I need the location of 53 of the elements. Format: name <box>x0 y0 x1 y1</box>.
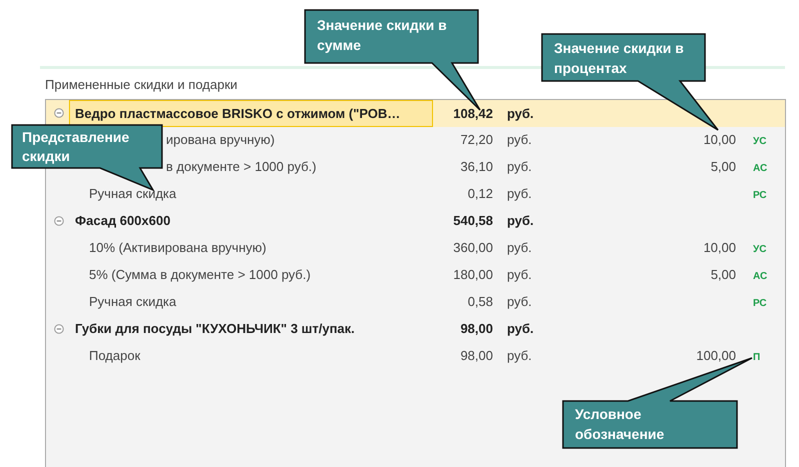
amount-cell-text: 540,58 <box>452 212 493 230</box>
amount-cell-text: 108,42 <box>452 104 493 122</box>
currency-cell-text: руб. <box>506 347 533 366</box>
collapse-icon[interactable] <box>54 324 64 334</box>
discount-code: УС <box>753 136 766 148</box>
currency-cell-text: руб. <box>506 158 533 176</box>
product-name: Губки для посуды "КУХОНЬЧИК" 3 шт/упак. <box>74 320 356 338</box>
currency-cell-text: руб. <box>506 185 533 204</box>
amount-cell-text: 98,00 <box>459 347 493 366</box>
discount-code: АС <box>753 163 768 174</box>
amount-cell-text: 0,58 <box>466 293 493 312</box>
tree-row[interactable]: Фасад 600x600 540,58 руб. <box>46 208 785 234</box>
amount-cell-text: 98,00 <box>459 320 493 338</box>
discount-code: АС <box>753 271 768 282</box>
discount-name: 5% (Сумма в документе > 1000 руб.) <box>89 266 311 284</box>
amount-cell-text: 72,20 <box>459 131 493 150</box>
currency-cell-text: руб. <box>506 320 535 338</box>
amount-cell-text: 180,00 <box>452 266 493 284</box>
currency-cell-text: руб. <box>506 293 533 312</box>
discount-name: ирована вручную) <box>166 131 275 150</box>
currency-cell-text: руб. <box>506 131 533 150</box>
discount-code: РС <box>753 298 767 310</box>
callout-text: Значение скидки в процентах <box>554 39 685 78</box>
discount-name: Ручная скидка <box>89 293 176 312</box>
percent-cell: 10,00 <box>703 240 736 256</box>
percent-cell: 10,00 <box>703 132 736 148</box>
section-title: Примененные скидки и подарки <box>45 76 238 94</box>
collapse-icon[interactable] <box>54 108 64 118</box>
amount-cell-text: 360,00 <box>452 239 493 258</box>
discount-code: П <box>753 352 760 364</box>
callout-text: Представление скидки <box>22 128 130 166</box>
percent-cell: 100,00 <box>696 348 736 364</box>
amount-cell-text: 0,12 <box>466 185 493 204</box>
currency-cell-text: руб. <box>506 266 533 284</box>
currency-cell-text: руб. <box>506 212 535 230</box>
tree-row[interactable]: Губки для посуды "КУХОНЬЧИК" 3 шт/упак. 98,00 руб. <box>46 316 785 342</box>
currency-cell-text: руб. <box>506 239 533 258</box>
discount-name: Ручная скидка <box>89 185 176 204</box>
currency-cell-text: руб. <box>506 104 535 123</box>
discount-name: 10% (Активирована вручную) <box>89 239 266 258</box>
tree-row[interactable]: Ведро пластмассовое BRISKO с отжимом ("РОВ… 108,42 руб. <box>46 100 785 126</box>
percent-cell: 5,00 <box>710 267 736 282</box>
discount-name: Подарок <box>89 347 140 366</box>
callout-text: Значение скидки в сумме <box>317 16 448 55</box>
discount-code: РС <box>753 190 767 202</box>
product-name: Ведро пластмассовое BRISKO с отжимом ("РОВ… <box>69 100 433 127</box>
collapse-icon[interactable] <box>54 216 64 226</box>
discount-code: УС <box>753 244 766 256</box>
discount-name: в документе > 1000 руб.) <box>166 158 316 176</box>
percent-cell: 5,00 <box>710 159 736 174</box>
amount-cell-text: 36,10 <box>459 158 493 176</box>
callout-text: Условное обозначение <box>575 405 666 444</box>
product-name: Фасад 600x600 <box>74 212 172 230</box>
